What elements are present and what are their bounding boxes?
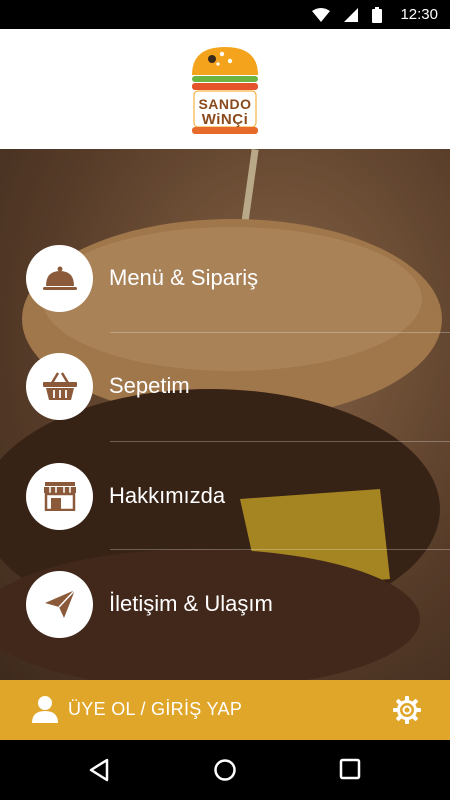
battery-icon — [372, 7, 382, 23]
menu-label: İletişim & Ulaşım — [109, 591, 273, 616]
home-button[interactable] — [213, 758, 237, 787]
logo-text-line1: SANDO — [198, 96, 252, 112]
signal-icon — [344, 8, 358, 22]
logo-text-line2: WiNÇi — [201, 111, 249, 128]
user-icon — [32, 696, 58, 723]
menu-item-about[interactable]: Hakkımızda — [26, 462, 436, 530]
menu-label: Hakkımızda — [109, 483, 226, 508]
back-icon — [89, 758, 109, 782]
menu-divider — [110, 332, 450, 333]
recents-icon — [339, 758, 361, 780]
paper-plane-icon — [26, 570, 93, 638]
status-time: 12:30 — [400, 6, 438, 23]
settings-button[interactable] — [392, 695, 422, 730]
menu-divider — [110, 549, 450, 550]
login-label: ÜYE OL / GİRİŞ YAP — [68, 698, 243, 719]
gear-icon — [393, 696, 421, 724]
menu-item-order[interactable]: Menü & Sipariş — [26, 244, 436, 312]
menu-label: Menü & Sipariş — [109, 265, 259, 290]
back-button[interactable] — [88, 758, 110, 787]
menu-divider — [110, 441, 450, 442]
menu-item-cart[interactable]: Sepetim — [26, 352, 436, 420]
app-logo: SANDO WiNÇi — [186, 43, 264, 135]
status-icons — [312, 7, 382, 23]
login-button[interactable]: ÜYE OL / GİRİŞ YAP — [32, 695, 242, 723]
wifi-icon — [312, 8, 330, 22]
cloche-icon — [26, 244, 93, 312]
status-bar: 12:30 — [0, 0, 450, 29]
home-icon — [214, 759, 236, 781]
recents-button[interactable] — [339, 758, 361, 785]
hero-background: Menü & Sipariş Sepetim Hakkımızda İletiş… — [0, 149, 450, 680]
basket-icon — [26, 352, 93, 420]
bottom-bar: ÜYE OL / GİRİŞ YAP — [0, 680, 450, 740]
menu-label: Sepetim — [109, 373, 190, 398]
menu-item-contact[interactable]: İletişim & Ulaşım — [26, 570, 436, 638]
header: SANDO WiNÇi — [0, 29, 450, 149]
storefront-icon — [26, 462, 93, 530]
system-nav-bar — [0, 740, 450, 800]
